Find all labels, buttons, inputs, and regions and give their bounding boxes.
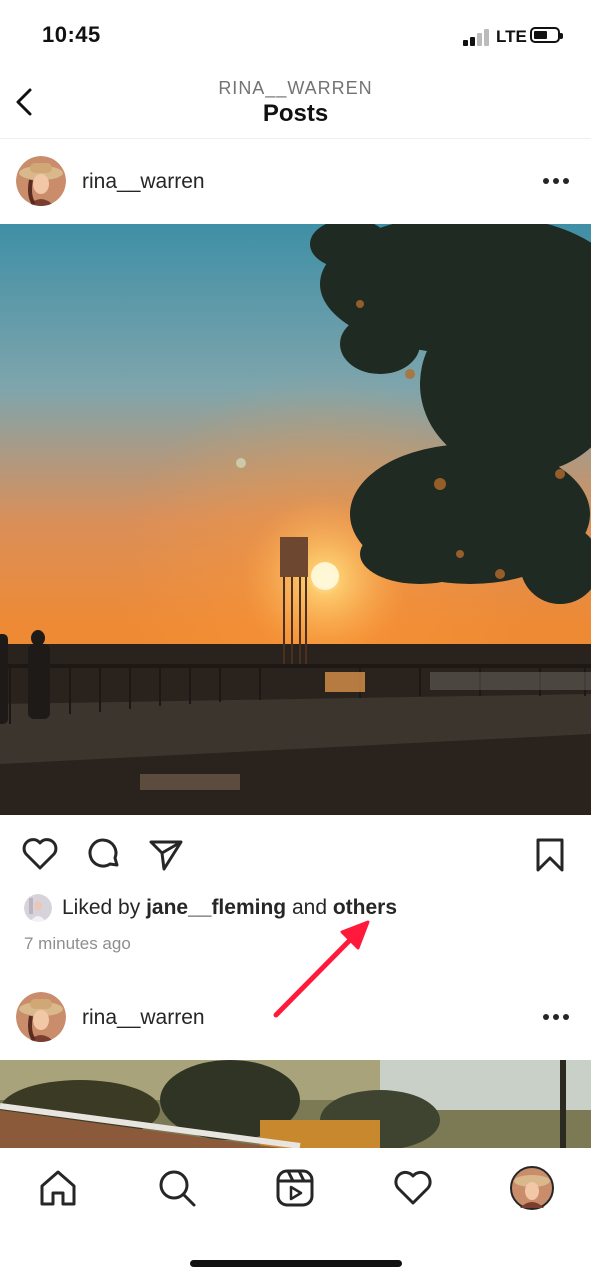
more-options-button[interactable] — [540, 174, 572, 188]
page-title: Posts — [262, 100, 329, 127]
network-label: LTE — [496, 27, 527, 46]
likes-others-link[interactable]: others — [333, 896, 397, 919]
avatar — [510, 1166, 554, 1210]
reels-icon — [276, 1169, 314, 1207]
tab-search[interactable] — [155, 1166, 199, 1210]
liked-user-link[interactable]: jane__fleming — [146, 896, 286, 919]
liker-avatar[interactable] — [24, 894, 52, 922]
post-header: rina__warren — [0, 976, 591, 1060]
status-bar: 10:45 LTE — [0, 0, 591, 70]
liked-by-text: Liked by jane__fleming and others — [62, 896, 397, 920]
search-icon — [159, 1170, 196, 1207]
home-icon — [40, 1170, 76, 1206]
heart-icon — [22, 838, 58, 870]
post-actions — [0, 830, 591, 878]
status-time: 10:45 — [42, 22, 101, 47]
signal-icon — [463, 28, 491, 46]
more-horizontal-icon — [543, 178, 569, 184]
post-username[interactable]: rina__warren — [82, 170, 205, 194]
comment-icon — [88, 838, 119, 868]
liked-prefix: Liked by — [62, 896, 147, 919]
comment-button[interactable] — [84, 834, 124, 874]
likes-summary: Liked by jane__fleming and others — [0, 890, 591, 924]
battery-icon — [530, 27, 563, 43]
bottom-tab-bar — [0, 1148, 591, 1280]
like-button[interactable] — [20, 834, 60, 874]
avatar[interactable] — [16, 156, 66, 206]
more-horizontal-icon — [543, 1014, 569, 1020]
more-options-button[interactable] — [540, 1010, 572, 1024]
tab-profile[interactable] — [510, 1166, 554, 1210]
liked-middle: and — [286, 896, 333, 919]
heart-icon — [394, 1170, 432, 1205]
bookmark-icon — [536, 838, 564, 872]
home-indicator — [190, 1260, 402, 1267]
tab-activity[interactable] — [391, 1166, 435, 1210]
post-photo[interactable] — [0, 1060, 591, 1148]
avatar[interactable] — [16, 992, 66, 1042]
post-photo[interactable] — [0, 224, 591, 815]
save-button[interactable] — [530, 834, 570, 874]
post-header: rina__warren — [0, 140, 591, 224]
tab-reels[interactable] — [273, 1166, 317, 1210]
profile-username-subtitle: RINA__WARREN — [218, 78, 373, 98]
send-icon — [149, 840, 183, 871]
share-button[interactable] — [146, 834, 186, 874]
tab-home[interactable] — [36, 1166, 80, 1210]
post-username[interactable]: rina__warren — [82, 1006, 205, 1030]
post-timestamp: 7 minutes ago — [24, 934, 131, 953]
nav-header: RINA__WARREN Posts — [0, 70, 591, 139]
